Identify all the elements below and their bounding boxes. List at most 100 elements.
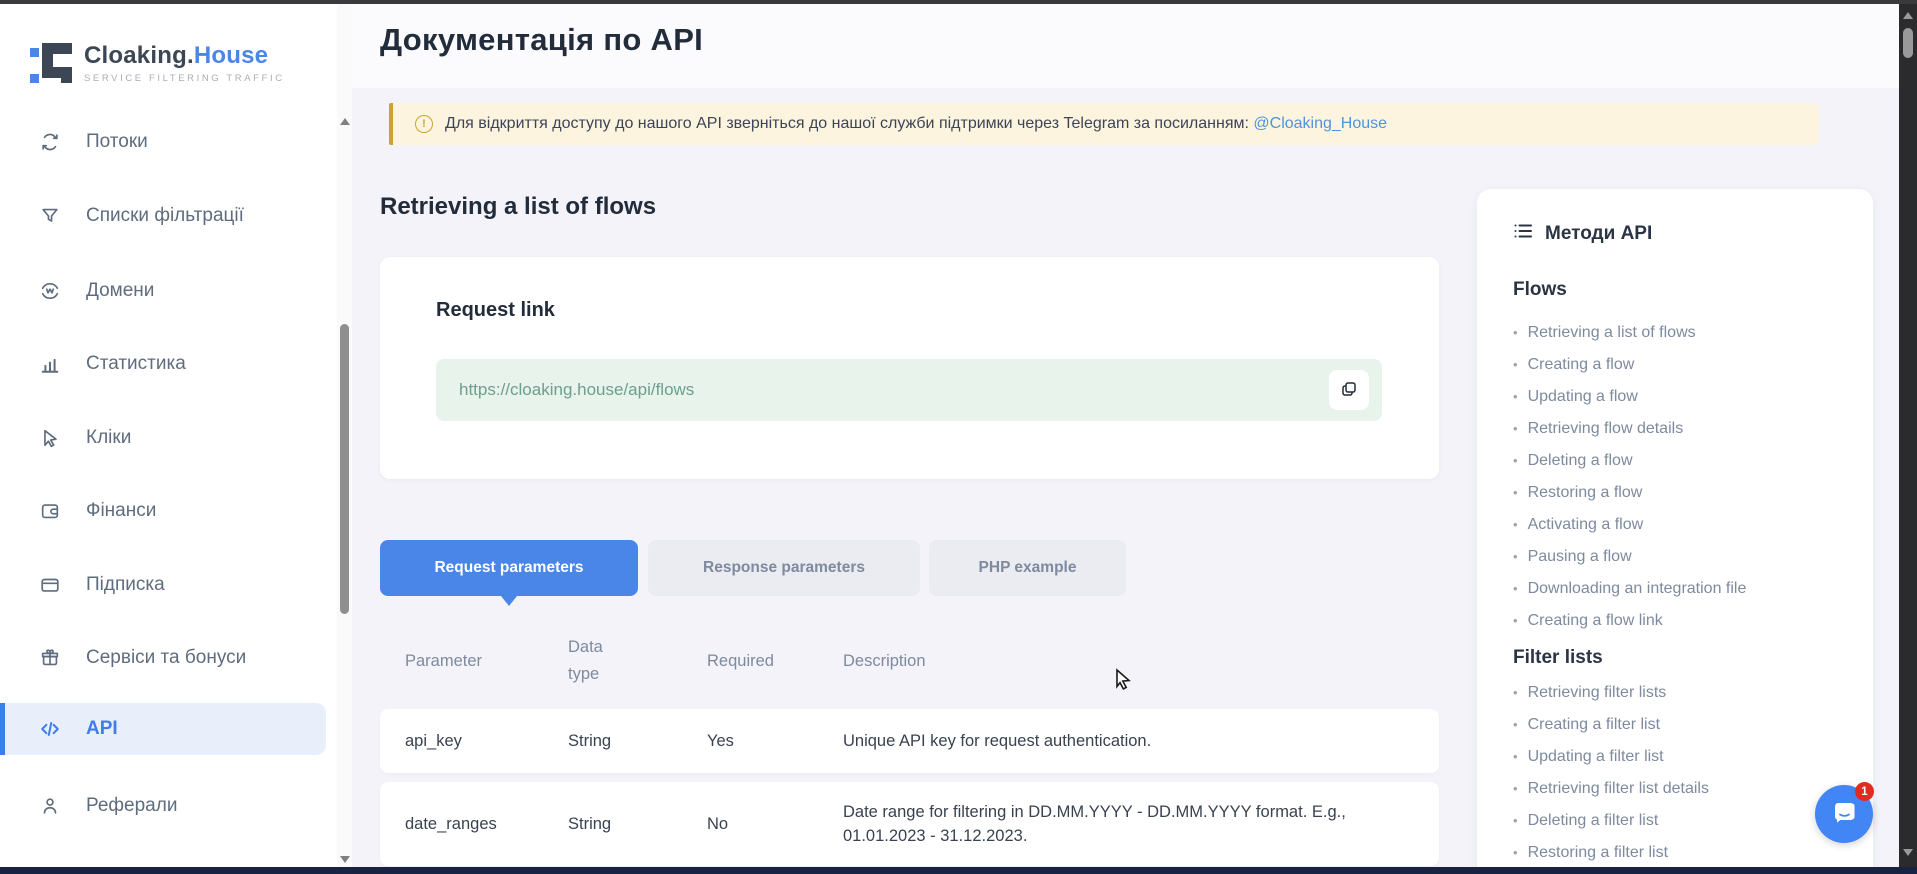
method-link[interactable]: Updating a flow [1513, 381, 1746, 413]
window-top-edge [0, 0, 1917, 4]
method-link[interactable]: Retrieving filter lists [1513, 677, 1709, 709]
method-link[interactable]: Retrieving a list of flows [1513, 317, 1746, 349]
sidebar-item-services-bonuses[interactable]: Сервіси та бонуси [0, 632, 326, 684]
logo-mark-icon [28, 36, 76, 89]
credit-card-icon [38, 573, 62, 597]
copy-icon [1340, 380, 1358, 401]
sidebar-scrollbar-thumb[interactable] [340, 324, 349, 614]
globe-icon [38, 279, 62, 303]
method-link[interactable]: Activating a flow [1513, 509, 1746, 541]
sidebar-item-statistics[interactable]: Статистика [0, 338, 326, 390]
method-link[interactable]: Downloading an integration file [1513, 573, 1746, 605]
sidebar-item-label: Домени [86, 280, 154, 302]
methods-list-flows: Retrieving a list of flows Creating a fl… [1513, 317, 1746, 637]
chat-notification-badge: 1 [1855, 782, 1874, 801]
sidebar-item-filter-lists[interactable]: Списки фільтрації [0, 190, 326, 242]
app-screen: Cloaking.House SERVICE FILTERING TRAFFIC… [0, 0, 1917, 874]
logo-subtitle: SERVICE FILTERING TRAFFIC [84, 73, 285, 84]
scroll-down-arrow-icon[interactable] [340, 856, 350, 863]
sidebar-item-label: Кліки [86, 427, 131, 449]
type-cell: String [568, 709, 688, 773]
method-link[interactable]: Deleting a flow [1513, 445, 1746, 477]
method-link[interactable]: Retrieving filter list details [1513, 773, 1709, 805]
sidebar-item-finances[interactable]: Фінанси [0, 485, 326, 537]
param-cell: api_key [405, 709, 555, 773]
chat-bubble-icon [1829, 797, 1859, 832]
sidebar-item-clicks[interactable]: Кліки [0, 412, 326, 464]
methods-panel-header: Методи API [1513, 221, 1652, 246]
sidebar-scrollbar [337, 4, 352, 867]
sidebar-item-label: Фінанси [86, 500, 156, 522]
sync-icon [38, 130, 62, 154]
tab-request-parameters[interactable]: Request parameters [380, 540, 638, 596]
list-icon [1513, 221, 1533, 246]
sidebar-item-subscription[interactable]: Підписка [0, 559, 326, 611]
gift-icon [38, 646, 62, 670]
method-link[interactable]: Restoring a flow [1513, 477, 1746, 509]
wallet-icon [38, 499, 62, 523]
method-link[interactable]: Updating a filter list [1513, 741, 1709, 773]
tab-php-example[interactable]: PHP example [929, 540, 1126, 596]
param-cell: date_ranges [405, 782, 555, 866]
sidebar-item-label: Підписка [86, 574, 165, 596]
sidebar-item-label: API [86, 718, 118, 740]
column-header: Required [707, 621, 827, 701]
request-link-title: Request link [436, 299, 555, 322]
sidebar-item-label: Статистика [86, 353, 186, 375]
sidebar: Cloaking.House SERVICE FILTERING TRAFFIC… [0, 4, 337, 867]
methods-panel-title: Методи API [1545, 223, 1652, 245]
description-cell: Date range for filtering in DD.MM.YYYY -… [843, 782, 1403, 866]
window-scrollbar [1899, 4, 1917, 867]
cursor-icon [38, 426, 62, 450]
code-icon [38, 717, 62, 741]
methods-list-filter-lists: Retrieving filter lists Creating a filte… [1513, 677, 1709, 869]
request-url-field[interactable]: https://cloaking.house/api/flows [436, 359, 1382, 421]
main-content: Документація по API ! Для відкриття дост… [352, 4, 1899, 867]
window-scrollbar-thumb[interactable] [1903, 28, 1913, 58]
method-link[interactable]: Restoring a filter list [1513, 837, 1709, 869]
column-header: Parameter [405, 621, 555, 701]
type-cell: String [568, 782, 688, 866]
api-methods-panel: Методи API Flows Retrieving a list of fl… [1477, 189, 1873, 874]
telegram-link[interactable]: @Cloaking_House [1253, 115, 1387, 132]
warning-icon: ! [415, 115, 433, 133]
sidebar-item-label: Списки фільтрації [86, 205, 244, 227]
logo-title: Cloaking.House [84, 42, 285, 70]
copy-button[interactable] [1329, 370, 1369, 410]
page-title: Документація по API [380, 22, 703, 58]
method-link[interactable]: Creating a filter list [1513, 709, 1709, 741]
scroll-down-arrow-icon[interactable] [1903, 849, 1913, 856]
required-cell: No [707, 782, 827, 866]
sidebar-item-label: Сервіси та бонуси [86, 647, 246, 669]
method-link[interactable]: Pausing a flow [1513, 541, 1746, 573]
scroll-up-arrow-icon[interactable] [340, 118, 350, 125]
scroll-up-arrow-icon[interactable] [1903, 12, 1913, 19]
table-row: date_ranges String No Date range for fil… [380, 782, 1439, 866]
section-heading: Retrieving a list of flows [380, 193, 656, 221]
filter-icon [38, 204, 62, 228]
method-link[interactable]: Retrieving flow details [1513, 413, 1746, 445]
sidebar-item-domains[interactable]: Домени [0, 265, 326, 317]
logo[interactable]: Cloaking.House SERVICE FILTERING TRAFFIC [28, 36, 285, 89]
sidebar-item-referrals[interactable]: Реферали [0, 780, 326, 832]
mouse-cursor [1113, 668, 1133, 697]
methods-section-heading: Flows [1513, 279, 1567, 301]
bar-chart-icon [38, 352, 62, 376]
request-link-card: Request link https://cloaking.house/api/… [380, 257, 1439, 479]
sidebar-item-flows[interactable]: Потоки [0, 116, 326, 168]
method-link[interactable]: Creating a flow link [1513, 605, 1746, 637]
active-tab-notch [501, 596, 517, 606]
method-link[interactable]: Deleting a filter list [1513, 805, 1709, 837]
info-alert: ! Для відкриття доступу до нашого API зв… [389, 103, 1819, 145]
sidebar-item-api[interactable]: API [0, 703, 326, 755]
methods-section-heading: Filter lists [1513, 647, 1603, 669]
table-row: api_key String Yes Unique API key for re… [380, 709, 1439, 773]
window-bottom-edge [0, 867, 1917, 874]
method-link[interactable]: Creating a flow [1513, 349, 1746, 381]
tab-response-parameters[interactable]: Response parameters [648, 540, 920, 596]
sidebar-item-label: Реферали [86, 795, 177, 817]
column-header: Data type [568, 621, 616, 701]
person-icon [38, 794, 62, 818]
sidebar-item-label: Потоки [86, 131, 148, 153]
required-cell: Yes [707, 709, 827, 773]
